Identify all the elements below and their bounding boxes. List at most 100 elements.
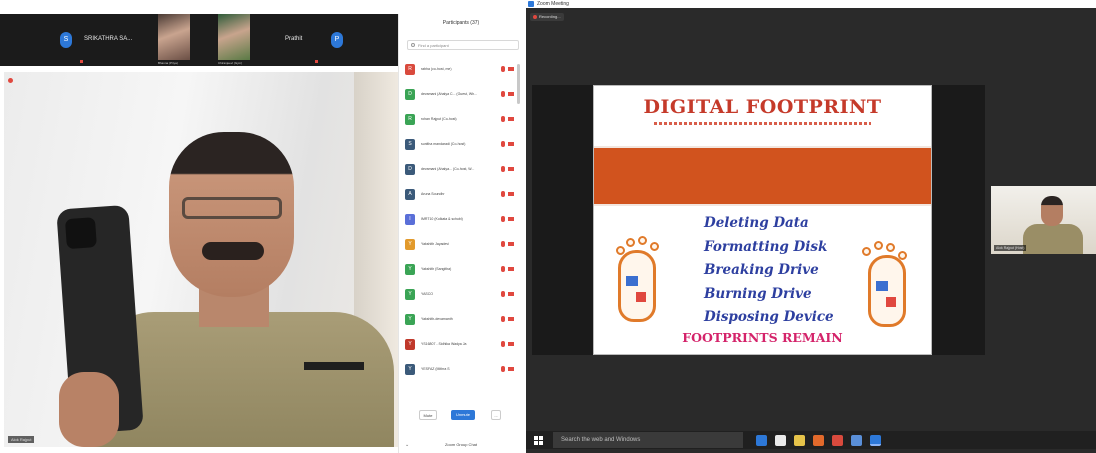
app-icon[interactable]: [851, 435, 862, 446]
self-view-video[interactable]: Alok Rajput (Host): [991, 186, 1096, 254]
search-icon: [411, 43, 415, 47]
mic-muted-icon[interactable]: [501, 291, 505, 297]
mic-muted-icon[interactable]: [501, 66, 505, 72]
mic-muted-icon[interactable]: [501, 241, 505, 247]
participant-row[interactable]: A Aruna Soundhr: [405, 187, 517, 203]
mic-muted-icon[interactable]: [501, 141, 505, 147]
participant-status: [501, 91, 515, 97]
zoom-icon[interactable]: [870, 435, 881, 446]
participant-name: devamani (Ahalya... (Co-host, W...: [421, 167, 475, 171]
explorer-icon[interactable]: [794, 435, 805, 446]
participant-status: [501, 291, 515, 297]
slide-title: DIGITAL FOOTPRINT: [643, 96, 882, 118]
slide-item: Breaking Drive: [704, 262, 819, 278]
avatar: D: [405, 164, 415, 175]
firefox-icon[interactable]: [813, 435, 824, 446]
thumbnail-tile[interactable]: S SRIKATHRA SA...: [60, 14, 150, 66]
video-off-icon[interactable]: [508, 317, 514, 321]
participant-name: Chiranjeevi (Gym): [218, 61, 243, 65]
avatar: A: [405, 189, 415, 200]
mic-muted-icon[interactable]: [501, 91, 505, 97]
avatar: S: [60, 32, 72, 48]
avatar: Y: [405, 314, 415, 325]
participant-status: [501, 341, 515, 347]
speaker-glasses: [182, 197, 282, 219]
participant-status: [501, 316, 515, 322]
participant-row[interactable]: I IMRT10 (Kolkata & schubi): [405, 212, 517, 228]
slide-item: Disposing Device: [704, 309, 834, 325]
zoom-logo-icon: [528, 1, 534, 7]
slide-item: Burning Drive: [704, 285, 812, 302]
mic-muted-icon[interactable]: [501, 341, 505, 347]
recording-label: Recording...: [539, 14, 561, 19]
participant-name: Yakshith-devamanth: [421, 317, 453, 321]
mic-muted-icon[interactable]: [501, 266, 505, 272]
participant-search-input[interactable]: Find a participant: [407, 40, 519, 50]
store-icon[interactable]: [775, 435, 786, 446]
mic-muted-icon[interactable]: [501, 316, 505, 322]
video-off-icon[interactable]: [508, 92, 514, 96]
recording-dot-icon: [8, 78, 13, 83]
participant-name: Prathit: [285, 36, 303, 42]
video-off-icon[interactable]: [508, 142, 514, 146]
video-off-icon[interactable]: [508, 67, 514, 71]
participant-status: [501, 166, 515, 172]
participant-row[interactable]: Y YS16807 - Sidhika Wadya Ja: [405, 337, 517, 353]
windows-start-icon[interactable]: [534, 436, 543, 445]
participant-name: sunitha mandaradi (Co-host): [421, 142, 466, 146]
scrollbar[interactable]: [517, 64, 520, 104]
participant-status: [501, 116, 515, 122]
participant-row[interactable]: Ssunitha mandaradi (Co-host): [405, 137, 517, 153]
windows-taskbar: Search the web and Windows: [526, 431, 1096, 449]
participant-row[interactable]: Y Yakshith Jayadevi: [405, 237, 517, 253]
avatar: D: [405, 89, 415, 100]
taskbar-search-input[interactable]: Search the web and Windows: [553, 432, 743, 448]
participant-status: [501, 141, 515, 147]
participant-row[interactable]: Y Yakshith (Sangitha): [405, 262, 517, 278]
thumbnail-tile[interactable]: Bhavna (Priya): [158, 14, 198, 66]
video-off-icon[interactable]: [508, 267, 514, 271]
participant-row[interactable]: Y YESFAZ (Mithra S: [405, 362, 517, 378]
chrome-icon[interactable]: [832, 435, 843, 446]
participant-row[interactable]: Y YASCO: [405, 287, 517, 303]
avatar: Y: [405, 289, 415, 300]
participant-row[interactable]: Y Yakshith-devamanth: [405, 312, 517, 328]
self-view-name: Alok Rajput (Host): [994, 245, 1027, 251]
avatar: Y: [405, 339, 415, 350]
footprint-left-icon: [612, 236, 662, 326]
thumbnail-tile[interactable]: Prathit P: [285, 14, 355, 66]
video-off-icon[interactable]: [508, 192, 514, 196]
recording-indicator[interactable]: Recording...: [530, 13, 564, 21]
video-off-icon[interactable]: [508, 117, 514, 121]
avatar: Y: [405, 364, 415, 375]
participant-name: rohan Rajput (Co-host): [421, 117, 457, 121]
thumbnail-tile[interactable]: Chiranjeevi (Gym): [218, 14, 258, 66]
mute-all-button[interactable]: Mute: [419, 410, 437, 420]
mic-muted-icon[interactable]: [501, 116, 505, 122]
participant-name: devamani (Ahalya C... (Guest, Wh...: [421, 92, 478, 96]
participant-row[interactable]: Rrabha (co-host, me): [405, 62, 517, 78]
participants-panel: Participants (37) Find a participant Rra…: [398, 14, 522, 453]
video-off-icon[interactable]: [508, 167, 514, 171]
more-button[interactable]: ...: [491, 410, 501, 420]
avatar: P: [331, 32, 343, 48]
participant-name: IMRT10 (Kolkata & schubi): [421, 217, 463, 221]
video-off-icon[interactable]: [508, 342, 514, 346]
mic-muted-icon[interactable]: [501, 366, 505, 372]
video-off-icon[interactable]: [508, 292, 514, 296]
participant-row[interactable]: Rrohan Rajput (Co-host): [405, 112, 517, 128]
participant-row[interactable]: Ddevamani (Ahalya C... (Guest, Wh...: [405, 87, 517, 103]
mic-muted-icon[interactable]: [501, 216, 505, 222]
chat-header[interactable]: Zoom Group Chat: [399, 442, 523, 447]
slide-banner: [594, 146, 931, 206]
slide-item: Deleting Data: [704, 215, 809, 231]
unmute-all-button[interactable]: Unmute: [451, 410, 475, 420]
mic-muted-icon[interactable]: [501, 191, 505, 197]
video-off-icon[interactable]: [508, 217, 514, 221]
video-off-icon[interactable]: [508, 367, 514, 371]
edge-icon[interactable]: [756, 435, 767, 446]
participant-row[interactable]: Ddevamani (Ahalya... (Co-host, W...: [405, 162, 517, 178]
mic-muted-icon[interactable]: [501, 166, 505, 172]
video-off-icon[interactable]: [508, 242, 514, 246]
self-view-head: [1041, 196, 1063, 226]
